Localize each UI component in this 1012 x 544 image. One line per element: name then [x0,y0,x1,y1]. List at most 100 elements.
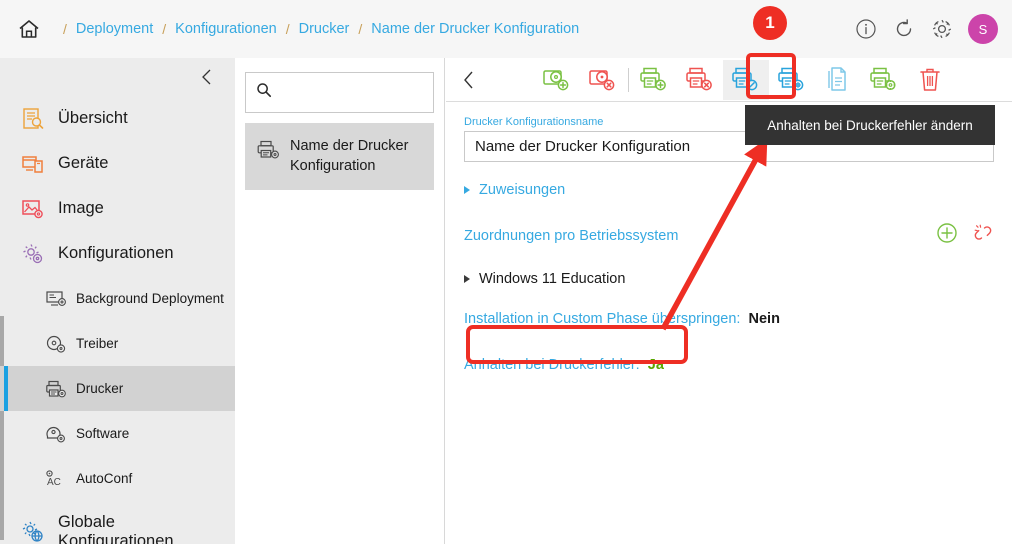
printer-skip-custom-phase-button[interactable] [769,60,815,100]
svg-text:AC: AC [47,477,61,488]
sidebar-item-autoconf[interactable]: AC AutoConf [0,456,235,501]
chevron-left-icon [464,71,473,88]
sidebar-item-software[interactable]: Software [0,411,235,456]
os-assignments-actions [936,222,994,249]
property-value: Nein [748,311,780,327]
sidebar-item-label: Konfigurationen [58,244,174,262]
configuration-list-panel: Name der Drucker Konfiguration [235,58,456,544]
printer-settings-button[interactable] [861,60,907,100]
trash-icon [920,68,940,91]
image-icon [18,196,48,222]
printer-settings-icon [870,67,896,90]
printer-disc-add-icon [543,69,569,90]
search-box[interactable] [245,72,456,113]
copy-configuration-button[interactable] [815,60,861,100]
breadcrumb-item-drucker[interactable]: Drucker [299,21,350,37]
sidebar-item-drucker[interactable]: Drucker [0,366,235,411]
os-assignments-section-header: Zuordnungen pro Betriebssystem [464,222,994,249]
document-copy-icon [828,66,846,91]
printer-icon [45,379,67,399]
global-configurations-icon [18,519,48,544]
list-item-label: Name der Drucker Konfiguration [290,138,409,174]
toolbar-divider [628,67,629,92]
topbar-actions: S [854,0,998,58]
printer-add-icon [640,67,666,90]
printer-disc-remove-icon [589,69,615,90]
sidebar-item-label: Background Deployment [76,291,224,306]
printer-remove-icon [686,67,712,90]
overview-icon [18,106,48,132]
property-stop-on-printer-error: Anhalten bei Druckerfehler: Ja [464,357,994,373]
chevron-left-icon [202,69,211,85]
back-button[interactable] [446,69,492,91]
property-key: Anhalten bei Druckerfehler: [464,357,640,373]
sidebar-item-label: Übersicht [58,109,128,127]
circle-plus-icon[interactable] [936,222,958,249]
home-icon[interactable] [14,14,44,44]
background-deployment-icon [45,289,67,309]
devices-icon [18,151,48,177]
software-disc-icon [45,424,67,444]
sidebar-item-geraete[interactable]: Geräte [0,141,235,186]
tooltip: Anhalten bei Druckerfehler ändern [745,105,995,145]
info-circle-icon[interactable] [854,17,878,41]
printer-edit-icon [732,67,758,90]
os-entry-windows-11-education[interactable]: Windows 11 Education [464,271,994,287]
sidebar-collapse-button[interactable] [0,58,235,96]
printer-skip-icon [778,67,804,90]
sidebar: Übersicht Geräte Image Konfigurationen B… [0,58,235,544]
assignments-label: Zuweisungen [479,182,566,198]
breadcrumb: / Deployment / Konfigurationen / Drucker… [54,21,579,37]
sidebar-item-image[interactable]: Image [0,186,235,231]
printer-icon [255,137,281,161]
sidebar-item-globale-konfigurationen[interactable]: Globale Konfigurationen [0,509,235,544]
refresh-icon[interactable] [892,17,916,41]
remove-driver-package-button[interactable] [580,60,626,100]
breadcrumb-item-configuration-name[interactable]: Name der Drucker Konfiguration [371,21,579,37]
detail-toolbar [446,58,1012,102]
driver-disc-icon [45,334,67,354]
autoconf-icon: AC [45,469,67,489]
breadcrumb-item-konfigurationen[interactable]: Konfigurationen [175,21,277,37]
sidebar-item-label: Treiber [76,336,119,351]
sidebar-item-treiber[interactable]: Treiber [0,321,235,366]
os-entry-label: Windows 11 Education [479,271,626,287]
application-window: / Deployment / Konfigurationen / Drucker… [0,0,1012,544]
avatar[interactable]: S [968,14,998,44]
sidebar-item-label: Image [58,199,104,217]
breadcrumb-separator: / [162,21,167,37]
add-driver-package-button[interactable] [534,60,580,100]
breadcrumb-separator: / [358,21,363,37]
sidebar-item-label: Software [76,426,130,441]
chevron-right-icon [464,186,470,194]
toolbar-buttons [534,59,953,100]
annotation-step-badge: 1 [753,6,787,40]
property-value: Ja [647,357,664,373]
breadcrumb-item-deployment[interactable]: Deployment [76,21,153,37]
delete-printer-button[interactable] [677,60,723,100]
chevron-right-icon [464,275,470,283]
gear-icon[interactable] [930,17,954,41]
sidebar-item-uebersicht[interactable]: Übersicht [0,96,235,141]
sidebar-item-konfigurationen[interactable]: Konfigurationen [0,231,235,276]
breadcrumb-separator: / [63,21,67,37]
sidebar-item-label: Geräte [58,154,109,172]
delete-configuration-button[interactable] [907,60,953,100]
sidebar-item-background-deployment[interactable]: Background Deployment [0,276,235,321]
search-input[interactable] [280,85,456,100]
broken-link-icon[interactable] [972,222,994,249]
assignments-expander[interactable]: Zuweisungen [464,182,994,198]
edit-stop-on-printer-error-button[interactable] [723,59,769,100]
sidebar-item-label: AutoConf [76,471,133,486]
breadcrumb-separator: / [285,21,290,37]
search-icon [256,82,272,103]
configurations-gear-icon [18,241,48,267]
sidebar-item-label: Globale Konfigurationen [58,512,174,544]
sidebar-item-label: Drucker [76,381,124,396]
property-key: Installation in Custom Phase überspringe… [464,311,741,327]
top-breadcrumb-bar: / Deployment / Konfigurationen / Drucker… [0,0,1012,58]
os-assignments-title[interactable]: Zuordnungen pro Betriebssystem [464,228,678,244]
add-printer-button[interactable] [631,60,677,100]
list-item[interactable]: Name der Drucker Konfiguration [245,123,434,191]
property-skip-custom-phase: Installation in Custom Phase überspringe… [464,311,994,327]
